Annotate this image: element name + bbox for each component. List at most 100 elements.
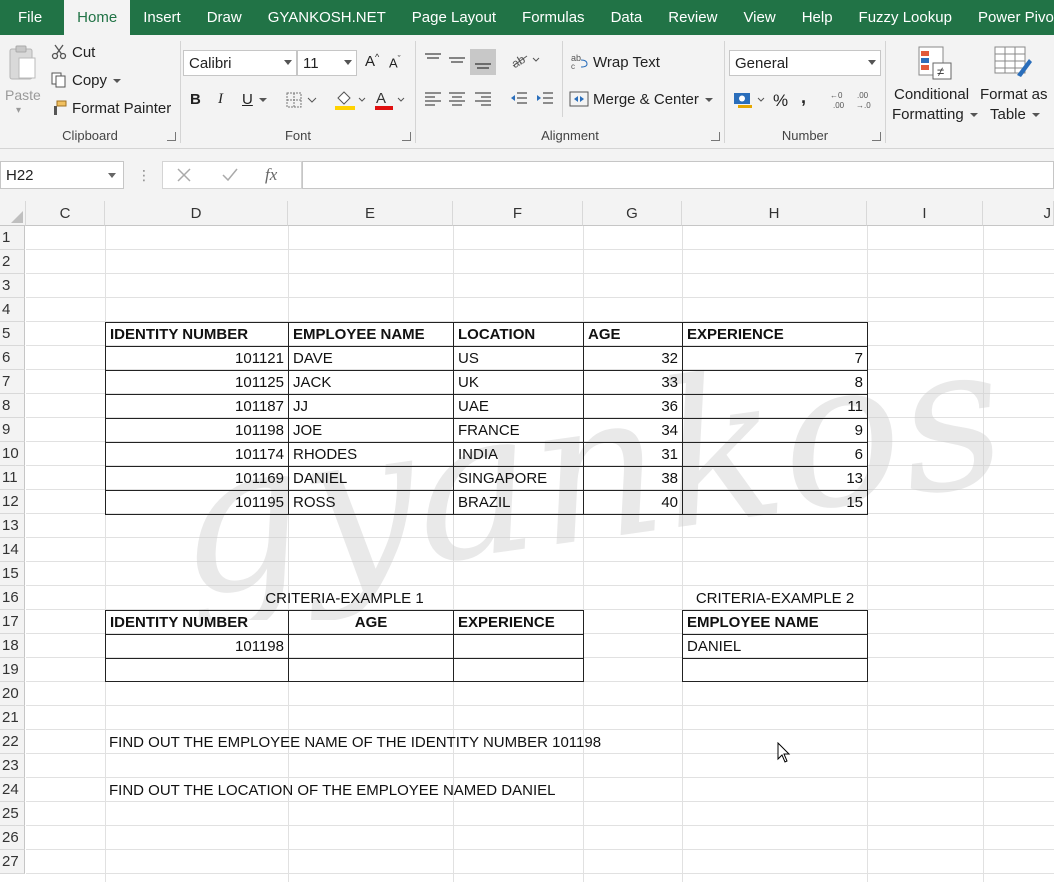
question-2[interactable]: FIND OUT THE LOCATION OF THE EMPLOYEE NA… bbox=[105, 778, 665, 802]
cell-age[interactable]: 31 bbox=[583, 442, 683, 467]
menu-help[interactable]: Help bbox=[789, 0, 846, 35]
cell-employee-name[interactable]: JJ bbox=[288, 394, 454, 419]
cell-location[interactable]: UK bbox=[453, 370, 584, 395]
cell-experience[interactable]: 6 bbox=[682, 442, 868, 467]
criteria1-empty-cell[interactable] bbox=[105, 658, 289, 682]
format-as-table-button[interactable]: Format as bbox=[980, 86, 1048, 103]
conditional-formatting-icon[interactable]: ≠ bbox=[916, 45, 956, 81]
font-size-select[interactable]: 11 bbox=[297, 50, 357, 76]
menu-gyankosh[interactable]: GYANKOSH.NET bbox=[255, 0, 399, 35]
cell-employee-name[interactable]: JACK bbox=[288, 370, 454, 395]
row-header-21[interactable]: 21 bbox=[0, 706, 25, 730]
cell-identity-number[interactable]: 101198 bbox=[105, 418, 289, 443]
row-header-20[interactable]: 20 bbox=[0, 682, 25, 706]
row-header-4[interactable]: 4 bbox=[0, 298, 25, 322]
criteria2-name-value[interactable]: DANIEL bbox=[682, 634, 868, 659]
criteria1-header-experience[interactable]: EXPERIENCE bbox=[453, 610, 584, 635]
row-header-26[interactable]: 26 bbox=[0, 826, 25, 850]
cell-location[interactable]: INDIA bbox=[453, 442, 584, 467]
merge-center-button[interactable]: Merge & Center bbox=[593, 91, 713, 108]
header-location[interactable]: LOCATION bbox=[453, 322, 584, 347]
cell-experience[interactable]: 15 bbox=[682, 490, 868, 515]
cell-location[interactable]: SINGAPORE bbox=[453, 466, 584, 491]
cell-experience[interactable]: 11 bbox=[682, 394, 868, 419]
row-header-16[interactable]: 16 bbox=[0, 586, 25, 610]
name-box[interactable]: H22 bbox=[0, 161, 124, 189]
row-header-13[interactable]: 13 bbox=[0, 514, 25, 538]
row-header-8[interactable]: 8 bbox=[0, 394, 25, 418]
clipboard-launcher-icon[interactable] bbox=[167, 132, 176, 141]
row-header-3[interactable]: 3 bbox=[0, 274, 25, 298]
cell-employee-name[interactable]: DANIEL bbox=[288, 466, 454, 491]
menu-power-pivot[interactable]: Power Pivot bbox=[965, 0, 1054, 35]
cell-location[interactable]: BRAZIL bbox=[453, 490, 584, 515]
decrease-indent-icon[interactable] bbox=[508, 87, 530, 109]
copy-dropdown-icon[interactable] bbox=[113, 79, 122, 84]
row-header-25[interactable]: 25 bbox=[0, 802, 25, 826]
cell-experience[interactable]: 7 bbox=[682, 346, 868, 371]
menu-draw[interactable]: Draw bbox=[194, 0, 255, 35]
paste-label[interactable]: Paste bbox=[5, 87, 41, 103]
fill-color-icon[interactable] bbox=[333, 89, 369, 111]
column-header-h[interactable]: H bbox=[682, 201, 867, 226]
cell-identity-number[interactable]: 101121 bbox=[105, 346, 289, 371]
row-header-10[interactable]: 10 bbox=[0, 442, 25, 466]
wrap-text-icon[interactable]: ab c bbox=[570, 51, 590, 71]
cell-experience[interactable]: 9 bbox=[682, 418, 868, 443]
menu-view[interactable]: View bbox=[730, 0, 788, 35]
increase-indent-icon[interactable] bbox=[534, 87, 556, 109]
font-name-select[interactable]: Calibri bbox=[183, 50, 297, 76]
grow-font-icon[interactable]: A^ bbox=[365, 52, 379, 70]
column-header-j[interactable]: J bbox=[983, 201, 1054, 226]
criteria1-empty-cell[interactable] bbox=[453, 658, 584, 682]
cell-age[interactable]: 32 bbox=[583, 346, 683, 371]
cell-employee-name[interactable]: JOE bbox=[288, 418, 454, 443]
menu-review[interactable]: Review bbox=[655, 0, 730, 35]
italic-button[interactable]: I bbox=[218, 91, 223, 108]
insert-function-icon[interactable]: fx bbox=[265, 165, 277, 185]
row-header-19[interactable]: 19 bbox=[0, 658, 25, 682]
row-header-17[interactable]: 17 bbox=[0, 610, 25, 634]
row-header-6[interactable]: 6 bbox=[0, 346, 25, 370]
cell-identity-number[interactable]: 101125 bbox=[105, 370, 289, 395]
criteria2-header-employee-name[interactable]: EMPLOYEE NAME bbox=[682, 610, 868, 635]
top-align-icon[interactable] bbox=[422, 49, 444, 71]
row-header-22[interactable]: 22 bbox=[0, 730, 25, 754]
increase-decimal-icon[interactable]: ←0.00 bbox=[829, 89, 851, 111]
formula-input[interactable] bbox=[302, 161, 1054, 189]
borders-icon[interactable] bbox=[285, 91, 319, 109]
copy-button[interactable]: Copy bbox=[72, 72, 122, 89]
row-header-12[interactable]: 12 bbox=[0, 490, 25, 514]
row-header-14[interactable]: 14 bbox=[0, 538, 25, 562]
menu-fuzzy-lookup[interactable]: Fuzzy Lookup bbox=[846, 0, 965, 35]
question-1[interactable]: FIND OUT THE EMPLOYEE NAME OF THE IDENTI… bbox=[105, 730, 665, 754]
comma-button[interactable]: , bbox=[801, 87, 806, 108]
copy-icon[interactable] bbox=[50, 71, 68, 89]
criteria1-header-age[interactable]: AGE bbox=[288, 610, 454, 635]
column-header-f[interactable]: F bbox=[453, 201, 583, 226]
cancel-icon[interactable] bbox=[173, 164, 195, 186]
menu-formulas[interactable]: Formulas bbox=[509, 0, 598, 35]
cut-button[interactable]: Cut bbox=[72, 44, 95, 61]
cell-age[interactable]: 33 bbox=[583, 370, 683, 395]
menu-insert[interactable]: Insert bbox=[130, 0, 194, 35]
criteria1-empty-cell[interactable] bbox=[288, 658, 454, 682]
middle-align-icon[interactable] bbox=[446, 49, 468, 71]
bottom-align-icon[interactable] bbox=[470, 49, 496, 75]
cell-identity-number[interactable]: 101187 bbox=[105, 394, 289, 419]
column-header-g[interactable]: G bbox=[583, 201, 682, 226]
criteria1-age-value[interactable] bbox=[288, 634, 454, 659]
row-header-9[interactable]: 9 bbox=[0, 418, 25, 442]
decrease-decimal-icon[interactable]: .00 →.0 bbox=[855, 89, 877, 111]
cell-age[interactable]: 36 bbox=[583, 394, 683, 419]
cell-identity-number[interactable]: 101174 bbox=[105, 442, 289, 467]
column-header-e[interactable]: E bbox=[288, 201, 453, 226]
menu-file[interactable]: File bbox=[0, 0, 64, 35]
row-header-23[interactable]: 23 bbox=[0, 754, 25, 778]
header-employee-name[interactable]: EMPLOYEE NAME bbox=[288, 322, 454, 347]
criteria1-identity-value[interactable]: 101198 bbox=[105, 634, 289, 659]
row-header-2[interactable]: 2 bbox=[0, 250, 25, 274]
format-painter-icon[interactable] bbox=[50, 99, 68, 117]
criteria1-header-identity[interactable]: IDENTITY NUMBER bbox=[105, 610, 289, 635]
criteria1-experience-value[interactable] bbox=[453, 634, 584, 659]
